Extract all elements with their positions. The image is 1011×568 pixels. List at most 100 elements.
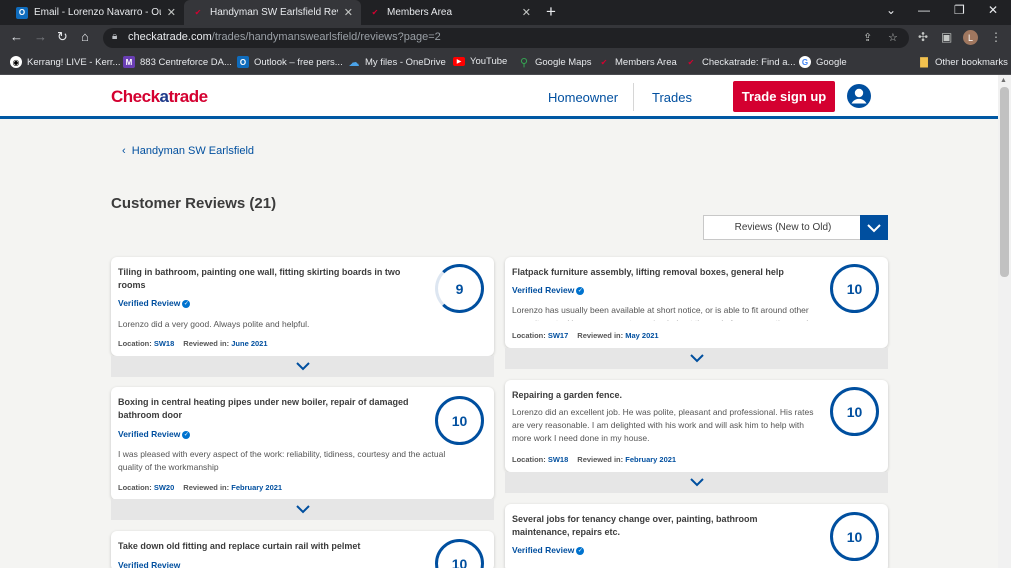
menu-icon[interactable]: ⋮ <box>990 30 1002 44</box>
trade-signup-button[interactable]: Trade sign up <box>733 81 835 112</box>
nav-divider <box>633 83 634 111</box>
sort-dropdown[interactable]: Reviews (New to Old) <box>703 215 888 240</box>
expand-review-button[interactable] <box>505 472 888 493</box>
site-header: Checkatrade Homeowner Trades Trade sign … <box>0 75 998 119</box>
expand-review-button[interactable] <box>505 348 888 369</box>
minimize-icon[interactable]: — <box>918 3 930 17</box>
review-card: Several jobs for tenancy change over, pa… <box>505 504 888 568</box>
bookmark-youtube[interactable]: ▶ YouTube <box>453 56 507 67</box>
breadcrumb[interactable]: ‹ Handyman SW Earlsfield <box>122 145 254 157</box>
sidebar-icon[interactable]: ▣ <box>941 30 952 44</box>
verified-review-badge: Verified Review ✓ <box>512 285 585 295</box>
expand-review-button[interactable] <box>111 499 494 520</box>
extensions-icon[interactable]: ✣ <box>918 30 928 44</box>
bookmark-members-area[interactable]: ✔ Members Area <box>598 56 677 68</box>
bookmark-checkatrade[interactable]: ✔ Checkatrade: Find a... <box>685 56 796 68</box>
chevron-down-icon <box>689 354 704 363</box>
verified-review-badge: Verified Review ✓ <box>118 429 191 439</box>
review-title: Several jobs for tenancy change over, pa… <box>512 514 758 537</box>
verified-review-badge: Verified Review ✓ <box>512 545 585 555</box>
review-score: 10 <box>830 264 879 313</box>
bookmark-kerrang[interactable]: ◉ Kerrang! LIVE - Kerr... <box>10 56 120 68</box>
review-score: 10 <box>435 396 484 445</box>
bookmark-label: Checkatrade: Find a... <box>702 56 796 68</box>
review-card: Tiling in bathroom, painting one wall, f… <box>111 257 494 356</box>
checkatrade-icon: ✔ <box>194 8 202 17</box>
chevron-left-icon: ‹ <box>122 145 132 157</box>
onedrive-icon: ☁ <box>348 56 360 69</box>
expand-review-button[interactable] <box>111 356 494 377</box>
text-fade <box>505 312 888 326</box>
sort-selected-value: Reviews (New to Old) <box>734 222 832 233</box>
page-title: Customer Reviews (21) <box>111 195 277 212</box>
tab-search-icon[interactable]: ⌄ <box>886 3 896 17</box>
review-title: Flatpack furniture assembly, lifting rem… <box>512 267 784 277</box>
chevron-down-icon <box>689 478 704 487</box>
bookmark-star-icon[interactable]: ☆ <box>888 31 898 44</box>
nav-trades[interactable]: Trades <box>652 90 692 105</box>
review-card: Take down old fitting and replace curtai… <box>111 531 494 568</box>
page-scrollbar[interactable]: ▲ <box>998 75 1011 568</box>
review-meta: Location: SW20 Reviewed in: February 2021 <box>118 483 283 492</box>
google-icon: G <box>799 56 811 68</box>
bookmark-outlook[interactable]: O Outlook – free pers... <box>237 56 343 68</box>
bookmark-google[interactable]: G Google <box>799 56 847 68</box>
url-text: checkatrade.com/trades/handymanswearlsfi… <box>128 31 441 43</box>
tab-outlook[interactable]: O Email - Lorenzo Navarro - Outlook ✕ <box>8 0 184 25</box>
bookmark-onedrive[interactable]: ☁ My files - OneDrive <box>348 56 446 69</box>
tab-members-area[interactable]: ✔ Members Area ✕ <box>361 0 539 25</box>
checkatrade-logo[interactable]: Checkatrade <box>111 87 208 107</box>
outlook-icon: O <box>237 56 249 68</box>
review-title: Take down old fitting and replace curtai… <box>118 541 361 551</box>
verified-check-icon: ✓ <box>576 547 585 555</box>
checkatrade-icon: ✔ <box>371 8 379 17</box>
close-window-icon[interactable]: ✕ <box>988 3 998 17</box>
youtube-icon: ▶ <box>453 57 465 66</box>
review-score: 10 <box>435 539 484 568</box>
bookmark-centreforce[interactable]: M 883 Centreforce DA... <box>123 56 232 68</box>
bookmark-label: Google Maps <box>535 56 592 68</box>
share-icon[interactable]: ⇪ <box>863 31 872 44</box>
checkatrade-icon: ✔ <box>687 57 695 67</box>
forward-icon[interactable]: → <box>34 29 47 44</box>
user-account-icon[interactable] <box>846 83 872 109</box>
review-text: Lorenzo did a very good. Always polite a… <box>118 319 310 329</box>
tab-title: Members Area <box>387 7 453 18</box>
review-score: 9 <box>435 264 484 313</box>
lock-icon: 🔒︎ <box>112 31 118 42</box>
verified-check-icon: ✓ <box>576 287 585 295</box>
review-title: Tiling in bathroom, painting one wall, f… <box>118 267 401 290</box>
restore-icon[interactable]: ❐ <box>954 3 965 17</box>
browser-toolbar: ← → ↻ ⌂ 🔒︎ checkatrade.com/trades/handym… <box>0 25 1011 51</box>
other-bookmarks[interactable]: ▇ Other bookmarks <box>918 56 1008 68</box>
scrollbar-thumb[interactable] <box>1000 87 1009 277</box>
bookmark-label: My files - OneDrive <box>365 56 446 68</box>
bookmark-label: Google <box>816 56 847 68</box>
tab-reviews[interactable]: ✔ Handyman SW Earlsfield Reviews ✕ <box>184 0 361 25</box>
close-icon[interactable]: ✕ <box>522 6 531 19</box>
review-meta: Location: SW17 Reviewed in: May 2021 <box>512 331 659 340</box>
bookmark-label: Kerrang! LIVE - Kerr... <box>27 56 121 68</box>
close-icon[interactable]: ✕ <box>344 6 353 19</box>
nav-homeowner[interactable]: Homeowner <box>548 90 618 105</box>
home-icon[interactable]: ⌂ <box>81 29 89 44</box>
scroll-up-icon[interactable]: ▲ <box>1000 77 1007 84</box>
reload-icon[interactable]: ↻ <box>57 29 68 45</box>
address-bar[interactable]: 🔒︎ checkatrade.com/trades/handymanswearl… <box>103 28 909 48</box>
new-tab-icon[interactable]: + <box>546 2 556 22</box>
tab-title: Email - Lorenzo Navarro - Outlook <box>34 7 161 18</box>
review-card: Boxing in central heating pipes under ne… <box>111 387 494 500</box>
profile-avatar[interactable]: L <box>963 30 978 45</box>
review-meta: Location: SW18 Reviewed in: February 2021 <box>512 455 677 464</box>
review-score: 10 <box>830 512 879 561</box>
bookmark-label: Outlook – free pers... <box>254 56 343 68</box>
folder-icon: ▇ <box>920 56 928 68</box>
bookmarks-bar: ◉ Kerrang! LIVE - Kerr... M 883 Centrefo… <box>0 51 1011 75</box>
chevron-down-icon[interactable] <box>860 215 888 240</box>
kerrang-icon: ◉ <box>10 56 22 68</box>
close-icon[interactable]: ✕ <box>167 6 176 19</box>
back-icon[interactable]: ← <box>10 29 23 44</box>
verified-review-badge: Verified Review <box>118 560 181 568</box>
browser-tab-bar: O Email - Lorenzo Navarro - Outlook ✕ ✔ … <box>0 0 1011 25</box>
bookmark-google-maps[interactable]: ⚲ Google Maps <box>518 56 592 69</box>
